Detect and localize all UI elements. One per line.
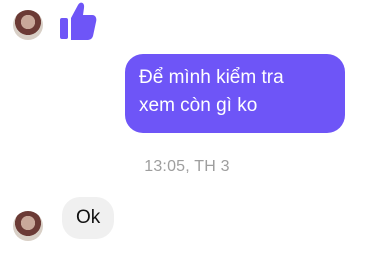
incoming-message-text: Ok <box>76 207 101 228</box>
avatar[interactable] <box>13 211 43 241</box>
outgoing-message-line: Để mình kiểm tra <box>139 67 284 88</box>
avatar[interactable] <box>13 10 43 40</box>
incoming-message-bubble[interactable]: Ok <box>62 197 115 239</box>
thumbs-up-icon[interactable] <box>58 0 98 42</box>
message-timestamp: 13:05, TH 3 <box>144 158 230 175</box>
outgoing-message-bubble[interactable]: Để mình kiểm tra xem còn gì ko <box>125 54 345 133</box>
outgoing-message-line: xem còn gì ko <box>139 95 258 116</box>
